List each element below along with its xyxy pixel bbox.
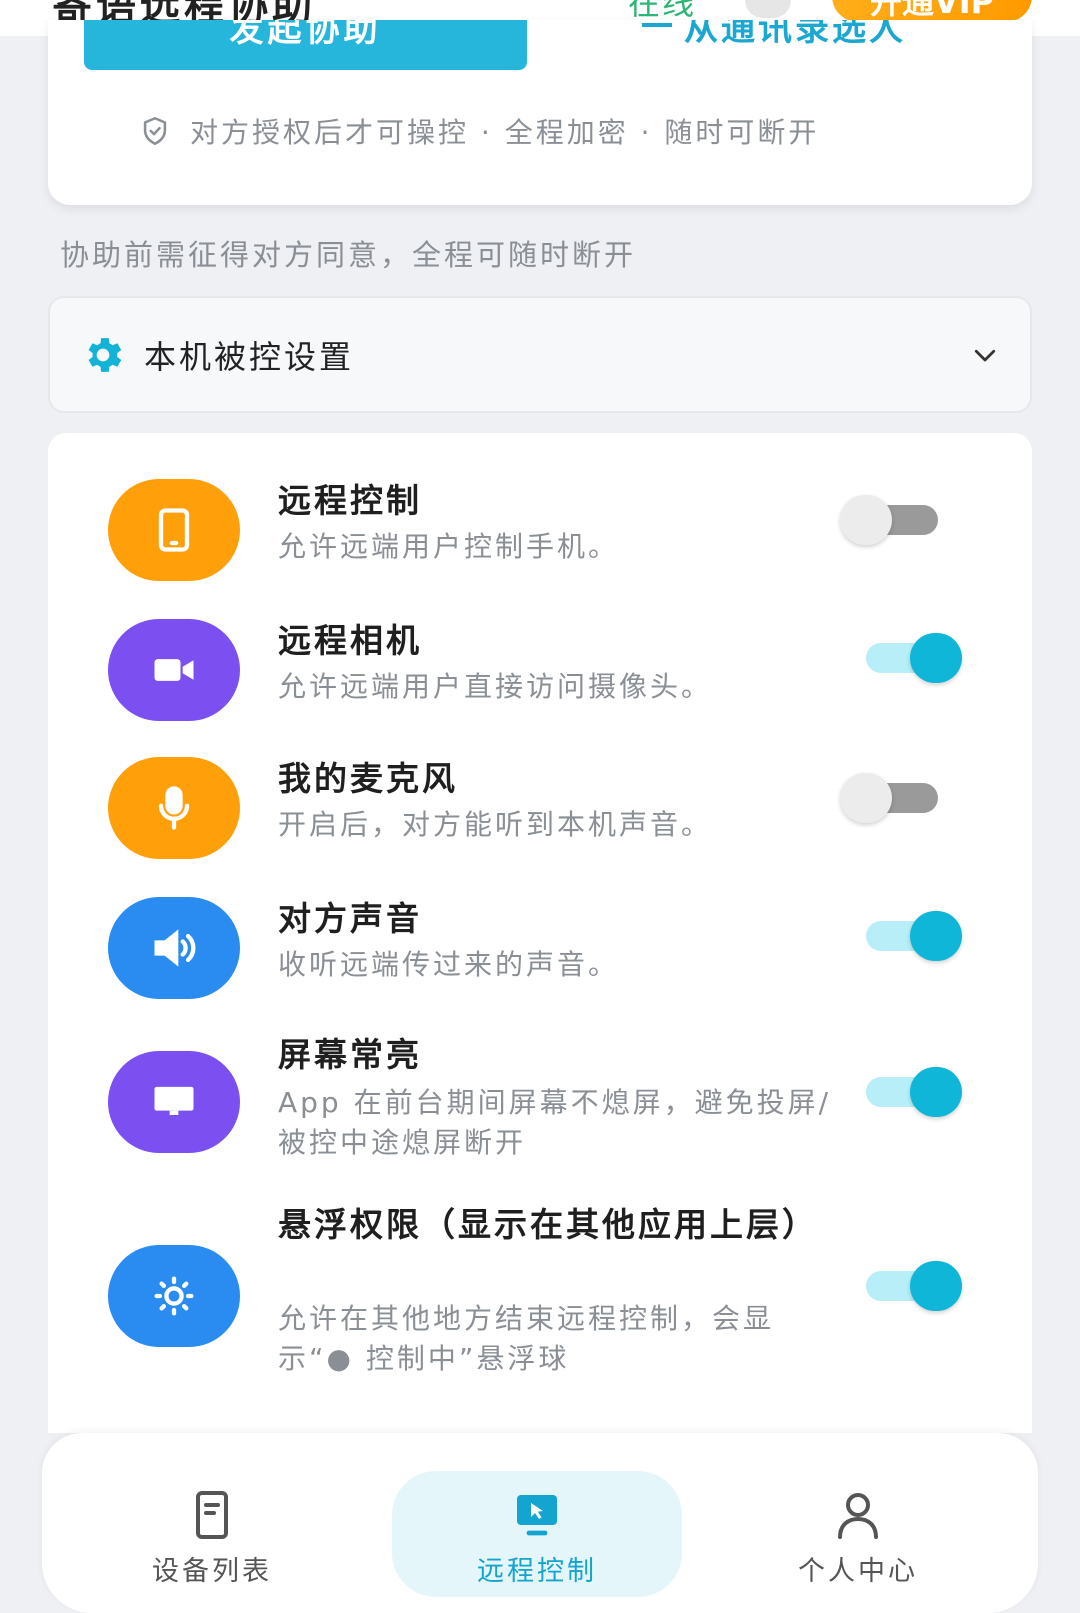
- perm-title: 悬浮权限（显示在其他应用上层）: [278, 1205, 818, 1244]
- perm-title: 我的麦克风: [278, 759, 458, 798]
- remote-camera-toggle[interactable]: [866, 633, 966, 683]
- device-list-icon: [196, 1491, 228, 1539]
- remote-sound-toggle[interactable]: [866, 911, 966, 961]
- secure-note: 对方授权后才可操控 · 全程加密 · 随时可断开: [138, 108, 819, 154]
- perm-desc: App 在前台期间屏幕不熄屏，避免投屏/被控中途熄屏断开: [278, 1086, 832, 1159]
- speaker-icon: [154, 929, 196, 967]
- perm-icon-bg: [108, 897, 240, 999]
- perm-desc: 允许在其他地方结束远程控制，会显示“● 控制中”悬浮球: [278, 1302, 775, 1375]
- shield-check-icon: [143, 116, 167, 146]
- vip-button[interactable]: 开通VIP: [832, 0, 1032, 22]
- permission-list: 远程控制 允许远端用户控制手机。 远程相机 允许远端用户直接访问摄像头。 我的麦…: [48, 433, 1032, 1433]
- microphone-icon: [158, 786, 190, 830]
- overlay-toggle[interactable]: [866, 1261, 966, 1311]
- gear-icon: [88, 337, 122, 372]
- chevron-down-icon: [974, 349, 996, 361]
- perm-desc: 收听远端传过来的声音。: [278, 948, 620, 981]
- tab-label: 个人中心: [798, 1556, 918, 1587]
- remote-control-icon: [517, 1495, 557, 1536]
- tab-label: 远程控制: [477, 1556, 597, 1587]
- perm-desc: 允许远端用户直接访问摄像头。: [278, 670, 713, 703]
- tab-profile[interactable]: 个人中心: [708, 1433, 1008, 1613]
- screen-on-toggle[interactable]: [866, 1067, 966, 1117]
- settings-section-header[interactable]: 本机被控设置: [48, 296, 1032, 413]
- perm-title: 屏幕常亮: [278, 1035, 422, 1074]
- tab-device-list[interactable]: 设备列表: [62, 1433, 362, 1613]
- settings-title: 本机被控设置: [144, 337, 355, 376]
- secure-note-text: 对方授权后才可操控 · 全程加密 · 随时可断开: [190, 116, 820, 149]
- status-toggle[interactable]: [745, 0, 791, 18]
- video-camera-icon: [154, 659, 194, 681]
- remote-control-toggle[interactable]: [840, 495, 942, 545]
- perm-title: 远程相机: [278, 621, 422, 660]
- microphone-toggle[interactable]: [840, 773, 942, 823]
- contacts-link[interactable]: 从通讯录选人: [642, 20, 906, 48]
- bottom-nav: 设备列表 远程控制 个人中心: [42, 1433, 1038, 1613]
- tab-label: 设备列表: [152, 1556, 272, 1587]
- perm-title: 远程控制: [278, 481, 422, 520]
- perm-icon-bg: [108, 479, 240, 581]
- tab-remote-control[interactable]: 远程控制: [387, 1433, 687, 1613]
- perm-icon-bg: [108, 1051, 240, 1153]
- perm-title: 对方声音: [278, 899, 422, 938]
- brightness-icon: [154, 1276, 194, 1316]
- perm-icon-bg: [108, 619, 240, 721]
- start-assist-button[interactable]: 发起协助: [84, 20, 527, 70]
- person-icon: [838, 1493, 878, 1539]
- consent-hint: 协助前需征得对方同意，全程可随时断开: [60, 238, 637, 272]
- tablet-icon: [158, 508, 190, 552]
- perm-icon-bg: [108, 1245, 240, 1347]
- contacts-link-label: 从通讯录选人: [684, 20, 906, 48]
- connect-card: 发起协助 从通讯录选人 对方授权后才可操控 · 全程加密 · 随时可断开: [48, 20, 1032, 205]
- perm-icon-bg: [108, 757, 240, 859]
- perm-desc: 允许远端用户控制手机。: [278, 530, 620, 563]
- list-icon: [642, 23, 672, 27]
- perm-desc: 开启后，对方能听到本机声音。: [278, 808, 713, 841]
- monitor-icon: [154, 1086, 194, 1115]
